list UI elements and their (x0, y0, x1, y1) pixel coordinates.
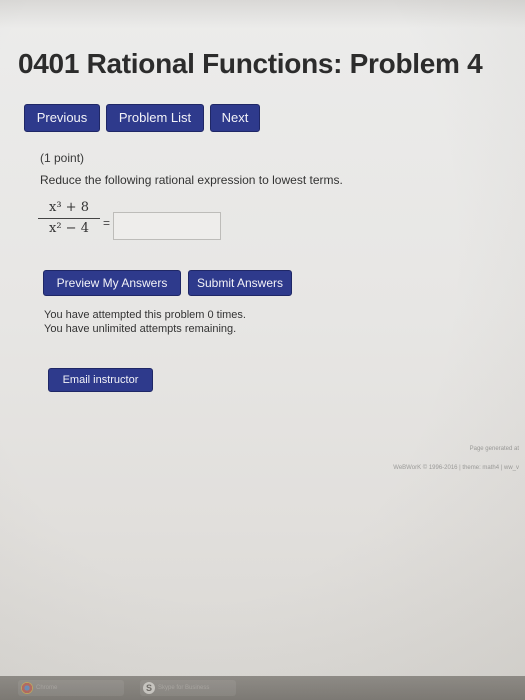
taskbar-item-chrome[interactable]: Chrome (18, 680, 124, 696)
page-title: 0401 Rational Functions: Problem 4 (18, 48, 483, 79)
skype-icon: S (143, 682, 155, 694)
taskbar-item-label: Skype for Business (158, 685, 210, 691)
email-instructor-button[interactable]: Email instructor (48, 368, 153, 392)
attempts-remaining: You have unlimited attempts remaining. (44, 323, 237, 335)
problem-list-button[interactable]: Problem List (106, 104, 204, 132)
attempts-count: You have attempted this problem 0 times. (44, 309, 246, 321)
rational-expression: x³ + 8 x² − 4 (38, 200, 100, 236)
top-shadow (0, 0, 525, 28)
fraction-bar (38, 218, 100, 219)
preview-answers-button[interactable]: Preview My Answers (43, 270, 181, 296)
taskbar-item-label: Chrome (36, 685, 58, 691)
attempts-message: You have attempted this problem 0 times.… (44, 308, 246, 336)
point-value: (1 point) (40, 151, 85, 165)
page-footer: Page generated at WeBWorK © 1996-2016 | … (393, 440, 519, 478)
answer-actions: Preview My Answers Submit Answers (43, 270, 292, 296)
problem-nav: Previous Problem List Next (24, 104, 260, 132)
answer-input[interactable] (113, 212, 221, 240)
problem-instructions: Reduce the following rational expression… (40, 173, 343, 187)
footer-copyright: WeBWorK © 1996-2016 | theme: math4 | ww_… (393, 465, 519, 471)
expression-numerator: x³ + 8 (49, 200, 89, 215)
taskbar-item-skype[interactable]: S Skype for Business (140, 680, 236, 696)
chrome-icon (21, 682, 33, 694)
os-taskbar: Chrome S Skype for Business (0, 676, 525, 700)
previous-button[interactable]: Previous (24, 104, 100, 132)
submit-answers-button[interactable]: Submit Answers (188, 270, 292, 296)
expression-denominator: x² − 4 (49, 221, 89, 236)
footer-generated: Page generated at (469, 446, 519, 452)
next-button[interactable]: Next (210, 104, 260, 132)
equals-sign: = (103, 216, 111, 230)
